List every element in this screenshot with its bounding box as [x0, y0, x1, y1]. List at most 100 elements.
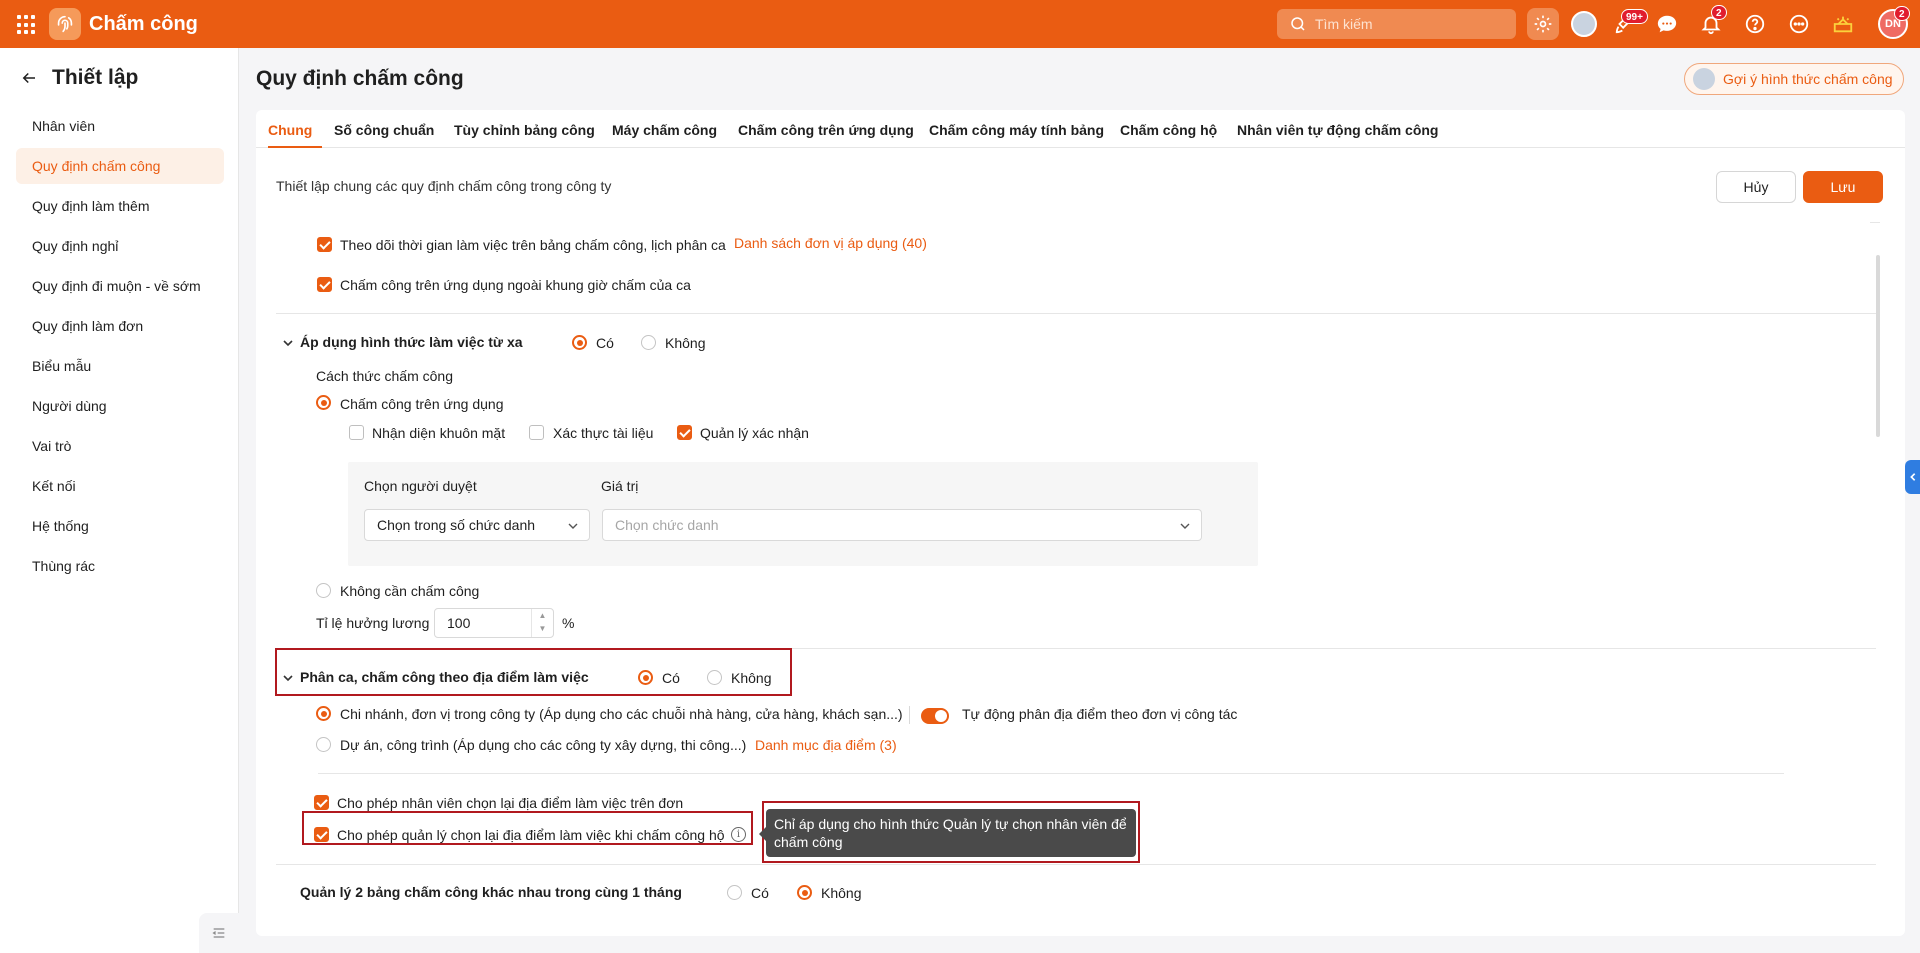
- manager-choose-checkbox[interactable]: [314, 827, 329, 842]
- info-icon[interactable]: i: [731, 827, 746, 842]
- face-recognition-checkbox[interactable]: [349, 425, 364, 440]
- title-select[interactable]: Chọn chức danh: [602, 509, 1202, 541]
- chevron-down-icon[interactable]: [282, 337, 294, 349]
- bell-badge: 2: [1711, 5, 1727, 20]
- approver-select-value: Chọn trong số chức danh: [377, 517, 536, 533]
- chevron-left-icon: [1909, 473, 1915, 481]
- gear-icon[interactable]: [1527, 8, 1559, 40]
- applied-units-link[interactable]: Danh sách đơn vị áp dụng (40): [734, 234, 927, 252]
- outside-shift-label: Chấm công trên ứng dụng ngoài khung giờ …: [340, 277, 691, 293]
- tab-cham-cong-ung-dung[interactable]: Chấm công trên ứng dụng: [738, 110, 914, 148]
- track-time-checkbox[interactable]: [317, 237, 332, 252]
- tab-tuy-chinh-bang-cong[interactable]: Tùy chỉnh bảng công: [454, 110, 595, 148]
- app-title[interactable]: Chấm công: [89, 12, 198, 36]
- two-sheets-no-radio[interactable]: [797, 885, 812, 900]
- manager-confirm-label: Quản lý xác nhận: [700, 425, 809, 441]
- remote-yes-radio[interactable]: [572, 335, 587, 350]
- location-no-radio[interactable]: [707, 670, 722, 685]
- percent-label: %: [562, 615, 575, 631]
- salary-ratio-value: 100: [447, 615, 471, 631]
- sidebar-item-he-thong[interactable]: Hệ thống: [16, 508, 224, 544]
- side-panel-toggle[interactable]: [1905, 460, 1920, 494]
- two-sheets-yes-radio[interactable]: [727, 885, 742, 900]
- chat-icon[interactable]: [1654, 11, 1680, 37]
- remote-yes-label: Có: [596, 335, 614, 351]
- top-bar: Chấm công Tìm kiếm 99+ 2 DN 2: [0, 0, 1920, 48]
- chevron-down-icon[interactable]: [282, 672, 294, 684]
- page-title: Quy định chấm công: [256, 67, 464, 90]
- method-label: Cách thức chấm công: [316, 368, 453, 384]
- auto-assign-label: Tự động phân địa điểm theo đơn vị công t…: [962, 706, 1238, 722]
- settings-description: Thiết lập chung các quy định chấm công t…: [276, 178, 612, 194]
- collapse-sidebar-icon[interactable]: [199, 913, 239, 953]
- outside-shift-checkbox[interactable]: [317, 277, 332, 292]
- tab-cham-cong-may-tinh-bang[interactable]: Chấm công máy tính bảng: [929, 110, 1104, 148]
- number-stepper[interactable]: ▲ ▼: [531, 609, 553, 637]
- manager-choose-label: Cho phép quản lý chọn lại địa điểm làm v…: [337, 827, 725, 843]
- location-yes-label: Có: [662, 670, 680, 686]
- separator: [909, 706, 910, 724]
- sidebar-item-quy-dinh-nghi[interactable]: Quy định nghỉ: [16, 228, 224, 264]
- divider: [276, 864, 1876, 865]
- location-list-link[interactable]: Danh mục địa điểm (3): [755, 736, 897, 754]
- no-checkin-label: Không cần chấm công: [340, 583, 480, 599]
- two-sheets-label: Quản lý 2 bảng chấm công khác nhau trong…: [300, 884, 682, 900]
- sidebar-item-quy-dinh-cham-cong[interactable]: Quy định chấm công: [16, 148, 224, 184]
- remote-no-radio[interactable]: [641, 335, 656, 350]
- sidebar-header: Thiết lập: [20, 66, 138, 90]
- help-icon[interactable]: [1742, 11, 1768, 37]
- sidebar-item-quy-dinh-lam-them[interactable]: Quy định làm thêm: [16, 188, 224, 224]
- no-checkin-radio[interactable]: [316, 583, 331, 598]
- tab-may-cham-cong[interactable]: Máy chấm công: [612, 110, 717, 148]
- search-input[interactable]: Tìm kiếm: [1277, 9, 1516, 39]
- profile-avatar[interactable]: [1571, 11, 1597, 37]
- document-verify-checkbox[interactable]: [529, 425, 544, 440]
- track-time-label: Theo dõi thời gian làm việc trên bảng ch…: [340, 237, 726, 253]
- salary-ratio-label: Tỉ lệ hưởng lương: [316, 615, 430, 631]
- approver-label: Chọn người duyệt: [364, 478, 477, 494]
- suggest-button[interactable]: Gợi ý hình thức chấm công: [1684, 63, 1904, 95]
- tab-chung[interactable]: Chung: [268, 110, 322, 148]
- two-sheets-yes-label: Có: [751, 885, 769, 901]
- fingerprint-logo-icon: [49, 8, 81, 40]
- sidebar: Thiết lập Nhân viên Quy định chấm công Q…: [0, 48, 239, 953]
- app-grid-icon[interactable]: [17, 15, 37, 35]
- sidebar-item-vai-tro[interactable]: Vai trò: [16, 428, 224, 464]
- tab-so-cong-chuan[interactable]: Số công chuẩn: [334, 110, 434, 148]
- sidebar-item-nhan-vien[interactable]: Nhân viên: [16, 108, 224, 144]
- location-yes-radio[interactable]: [638, 670, 653, 685]
- tab-nhan-vien-tu-dong[interactable]: Nhân viên tự động chấm công: [1237, 110, 1438, 148]
- more-icon[interactable]: [1786, 11, 1812, 37]
- suggest-avatar: [1693, 68, 1715, 90]
- avatar-badge: 2: [1894, 6, 1910, 21]
- employee-choose-checkbox[interactable]: [314, 795, 329, 810]
- branch-radio[interactable]: [316, 706, 331, 721]
- chevron-down-icon: [568, 523, 578, 529]
- save-button[interactable]: Lưu: [1803, 171, 1883, 203]
- info-tooltip: Chỉ áp dụng cho hình thức Quản lý tự chọ…: [759, 809, 1136, 857]
- manager-confirm-checkbox[interactable]: [677, 425, 692, 440]
- sidebar-item-nguoi-dung[interactable]: Người dùng: [16, 388, 224, 424]
- cancel-button[interactable]: Hủy: [1716, 171, 1796, 203]
- remote-work-label: Áp dụng hình thức làm việc từ xa: [300, 334, 523, 350]
- sidebar-item-bieu-mau[interactable]: Biểu mẫu: [16, 348, 224, 384]
- auto-assign-toggle[interactable]: [921, 708, 949, 724]
- scroll-top-line: [1870, 222, 1880, 223]
- gift-icon[interactable]: [1830, 11, 1856, 37]
- sidebar-item-di-muon-ve-som[interactable]: Quy định đi muộn - về sớm: [16, 268, 224, 304]
- approver-select[interactable]: Chọn trong số chức danh: [364, 509, 590, 541]
- back-arrow-icon[interactable]: [20, 69, 38, 87]
- sidebar-item-quy-dinh-lam-don[interactable]: Quy định làm đơn: [16, 308, 224, 344]
- sidebar-item-ket-noi[interactable]: Kết nối: [16, 468, 224, 504]
- location-label: Phân ca, chấm công theo địa điểm làm việ…: [300, 669, 589, 685]
- vertical-scrollbar[interactable]: [1876, 255, 1880, 437]
- tab-cham-cong-ho[interactable]: Chấm công hộ: [1120, 110, 1217, 148]
- salary-ratio-input[interactable]: 100 ▲ ▼: [434, 608, 554, 638]
- project-radio[interactable]: [316, 737, 331, 752]
- app-checkin-radio[interactable]: [316, 395, 331, 410]
- branch-label: Chi nhánh, đơn vị trong công ty (Áp dụng…: [340, 706, 903, 722]
- sidebar-item-thung-rac[interactable]: Thùng rác: [16, 548, 224, 584]
- face-recognition-label: Nhận diện khuôn mặt: [372, 425, 506, 441]
- sidebar-title: Thiết lập: [52, 66, 139, 89]
- divider: [276, 313, 1876, 314]
